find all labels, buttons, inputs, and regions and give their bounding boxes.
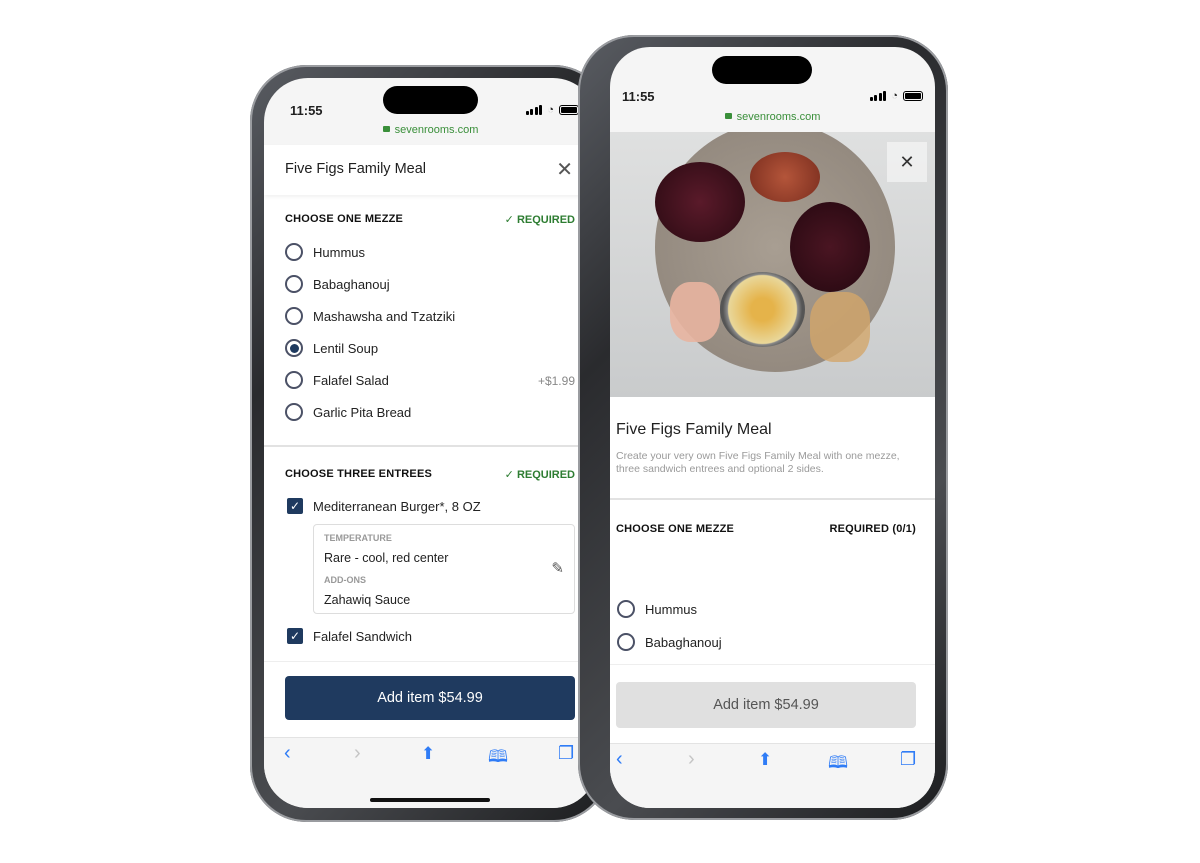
back-icon[interactable]: ‹ bbox=[616, 748, 623, 771]
option-label: Hummus bbox=[645, 601, 698, 617]
radio-icon bbox=[285, 243, 303, 261]
option-label: Falafel Salad bbox=[313, 372, 389, 388]
mezze-radio-option[interactable]: Babaghanouj bbox=[617, 633, 722, 651]
sheet-header: Five Figs Family Meal ✕ bbox=[264, 145, 597, 195]
modifier-box[interactable]: TEMPERATURE Rare - cool, red center ADD-… bbox=[313, 524, 575, 614]
radio-icon bbox=[617, 633, 635, 651]
share-icon[interactable]: ⬆ bbox=[758, 750, 772, 770]
option-label: Lentil Soup bbox=[313, 340, 379, 356]
mezze-radio-option[interactable]: Garlic Pita Bread bbox=[285, 403, 411, 421]
forward-icon[interactable]: › bbox=[354, 742, 361, 765]
dynamic-island bbox=[383, 86, 478, 114]
radio-icon bbox=[285, 275, 303, 293]
back-icon[interactable]: ‹ bbox=[284, 742, 291, 765]
section-title: CHOOSE ONE MEZZE bbox=[285, 213, 404, 225]
sheet-title: Five Figs Family Meal bbox=[285, 161, 426, 177]
radio-icon bbox=[285, 403, 303, 421]
bookmarks-icon[interactable]: 🕮 bbox=[828, 750, 848, 779]
entree-checkbox[interactable]: ✓ Falafel Sandwich bbox=[287, 628, 412, 644]
mezze-radio-option[interactable]: Hummus bbox=[285, 243, 365, 261]
required-badge: REQUIRED (0/1) bbox=[829, 523, 916, 535]
section-title: CHOOSE ONE MEZZE bbox=[616, 523, 735, 535]
signal-icon bbox=[525, 105, 543, 115]
mezze-radio-option[interactable]: Babaghanouj bbox=[285, 275, 390, 293]
entree-checkbox[interactable]: ✓ Mediterranean Burger*, 8 OZ bbox=[287, 498, 481, 514]
checkbox-checked-icon: ✓ bbox=[287, 498, 303, 514]
mezze-radio-option[interactable]: Hummus bbox=[617, 600, 697, 618]
footer: Add item $54.99 bbox=[610, 664, 935, 743]
section-title: CHOOSE THREE ENTREES bbox=[285, 468, 433, 480]
mezze-radio-option[interactable]: Lentil Soup bbox=[285, 339, 378, 357]
status-time: 11:55 bbox=[622, 89, 655, 104]
url-bar[interactable]: sevenrooms.com bbox=[610, 111, 935, 123]
left-screen: 11:55 ◔ sevenrooms.com Five Figs Family … bbox=[264, 78, 597, 808]
radio-icon bbox=[285, 371, 303, 389]
option-label: Hummus bbox=[313, 244, 366, 260]
home-indicator bbox=[370, 798, 490, 802]
radio-icon bbox=[285, 339, 303, 357]
status-icons: ◔ bbox=[869, 90, 923, 102]
url-bar[interactable]: sevenrooms.com bbox=[264, 124, 597, 136]
lock-icon bbox=[382, 126, 390, 132]
radio-icon bbox=[617, 600, 635, 618]
close-icon[interactable]: ✕ bbox=[556, 157, 573, 182]
wifi-icon: ◔ bbox=[891, 90, 898, 102]
add-item-button[interactable]: Add item $54.99 bbox=[285, 676, 575, 720]
browser-toolbar: ‹ › ⬆ 🕮 ❐ bbox=[610, 743, 935, 808]
item-title: Five Figs Family Meal bbox=[616, 421, 772, 438]
status-time: 11:55 bbox=[290, 103, 323, 118]
modifier-label: TEMPERATURE bbox=[324, 533, 392, 543]
footer: Add item $54.99 bbox=[264, 661, 597, 737]
radio-icon bbox=[285, 307, 303, 325]
option-label: Babaghanouj bbox=[313, 276, 390, 292]
option-price: +$1.99 bbox=[537, 374, 575, 388]
signal-icon bbox=[869, 91, 887, 101]
share-icon[interactable]: ⬆ bbox=[421, 744, 435, 764]
mezze-radio-option[interactable]: Mashawsha and Tzatziki bbox=[285, 307, 455, 325]
content: Five Figs Family Meal Create your very o… bbox=[610, 397, 935, 717]
sheet: Five Figs Family Meal ✕ CHOOSE ONE MEZZE… bbox=[264, 145, 597, 737]
close-icon[interactable]: ✕ bbox=[887, 142, 927, 182]
food-image: ✕ bbox=[610, 132, 935, 397]
status-icons: ◔ bbox=[525, 104, 579, 116]
option-label: Garlic Pita Bread bbox=[313, 404, 412, 420]
divider bbox=[610, 498, 935, 500]
bookmarks-icon[interactable]: 🕮 bbox=[488, 744, 508, 773]
required-badge: ✓ REQUIRED bbox=[504, 214, 575, 226]
required-badge: ✓ REQUIRED bbox=[504, 469, 575, 481]
checkbox-checked-icon: ✓ bbox=[287, 628, 303, 644]
item-description: Create your very own Five Figs Family Me… bbox=[616, 450, 900, 475]
right-screen: 11:55 ◔ sevenrooms.com ✕ Five Figs Famil… bbox=[610, 47, 935, 808]
option-label: Mashawsha and Tzatziki bbox=[313, 308, 456, 324]
modifier-value: Zahawiq Sauce bbox=[324, 593, 411, 607]
modifier-label: ADD-ONS bbox=[324, 575, 366, 585]
browser-toolbar: ‹ › ⬆ 🕮 ❐ bbox=[264, 737, 597, 808]
add-item-button[interactable]: Add item $54.99 bbox=[616, 682, 916, 728]
lock-icon bbox=[724, 113, 732, 119]
battery-icon bbox=[903, 91, 923, 101]
wifi-icon: ◔ bbox=[547, 104, 554, 116]
modifier-value: Rare - cool, red center bbox=[324, 551, 449, 565]
edit-pencil-icon[interactable]: ✎ bbox=[551, 559, 564, 577]
dynamic-island bbox=[712, 56, 812, 84]
right-phone: 11:55 ◔ sevenrooms.com ✕ Five Figs Famil… bbox=[578, 35, 948, 820]
divider bbox=[264, 445, 597, 447]
battery-icon bbox=[559, 105, 579, 115]
option-label: Babaghanouj bbox=[645, 634, 722, 650]
left-phone: 11:55 ◔ sevenrooms.com Five Figs Family … bbox=[250, 65, 610, 822]
mezze-radio-option[interactable]: Falafel Salad bbox=[285, 371, 389, 389]
tabs-icon[interactable]: ❐ bbox=[558, 743, 574, 764]
forward-icon[interactable]: › bbox=[688, 748, 695, 771]
tabs-icon[interactable]: ❐ bbox=[900, 749, 916, 770]
